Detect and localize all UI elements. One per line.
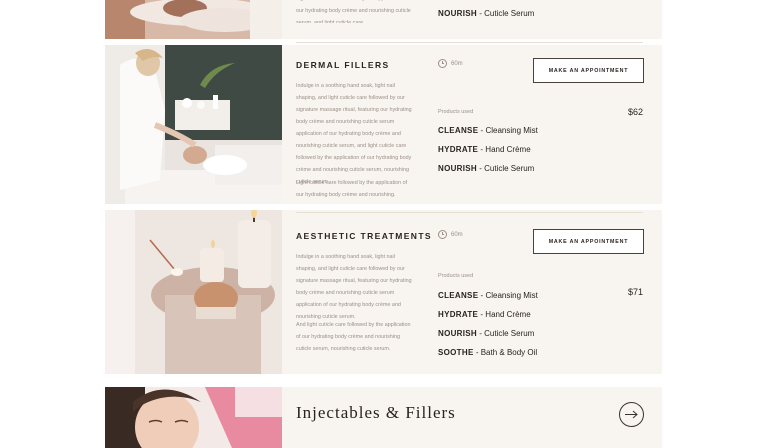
product-item: CLEANSE - Cleansing Mist [438, 126, 538, 135]
products-used-label: Products used [438, 109, 474, 115]
product-item: HYDRATE - Hand Crème [438, 145, 531, 154]
product-item: NOURISH - Cuticle Serum [438, 9, 535, 18]
products-used-label: Products used [438, 273, 474, 279]
service-duration: 60m [438, 230, 463, 239]
injectables-image [105, 387, 282, 448]
category-arrow-button[interactable] [619, 402, 644, 427]
divider [296, 42, 643, 43]
arrow-right-icon [625, 410, 638, 419]
service-description: Light cuticle care followed by the appli… [296, 0, 411, 23]
clock-icon [438, 230, 447, 239]
service-description-extra: Light cuticle care followed by the appli… [296, 180, 408, 198]
make-appointment-button[interactable]: MAKE AN APPOINTMENT [533, 58, 644, 83]
service-description: Indulge in a soothing hand soak, light n… [296, 83, 412, 185]
service-title: DERMAL FILLERS [296, 60, 390, 70]
service-price: $62 [627, 107, 643, 117]
product-item: NOURISH - Cuticle Serum [438, 164, 535, 173]
candles-image [105, 210, 282, 374]
category-title: Injectables & Fillers [296, 403, 456, 422]
service-price: $71 [627, 287, 643, 297]
service-title: AESTHETIC TREATMENTS [296, 231, 432, 241]
product-item: SOOTHE - Bath & Body Oil [438, 348, 538, 357]
clock-icon [438, 59, 447, 68]
spa-massage-image [105, 0, 282, 39]
product-item: HYDRATE - Hand Crème [438, 310, 531, 319]
product-item: CLEANSE - Cleansing Mist [438, 291, 538, 300]
make-appointment-button[interactable]: MAKE AN APPOINTMENT [533, 229, 644, 254]
facial-treatment-image [105, 45, 282, 204]
product-item: NOURISH - Cuticle Serum [438, 329, 535, 338]
service-description-extra: And light cuticle care followed by the a… [296, 322, 411, 352]
divider [296, 212, 643, 213]
service-description: Indulge in a soothing hand soak, light n… [296, 254, 412, 320]
service-duration: 60m [438, 59, 463, 68]
